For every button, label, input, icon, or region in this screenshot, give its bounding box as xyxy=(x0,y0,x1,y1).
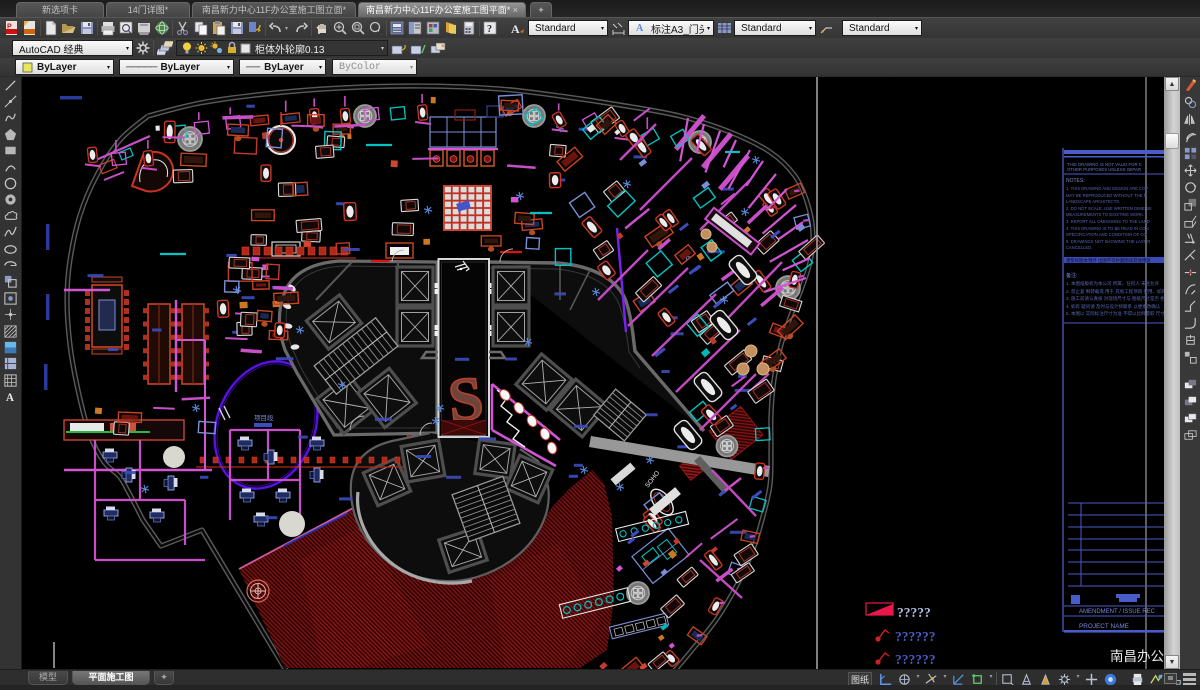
svg-text:PROJECT NAME: PROJECT NAME xyxy=(1079,623,1129,630)
svg-text:SOHO: SOHO xyxy=(644,470,661,489)
svg-text:?: ? xyxy=(487,24,492,35)
svg-text:4. THIS DRAWING IS TO BE READ: 4. THIS DRAWING IS TO BE READ IN CON xyxy=(1066,226,1149,231)
svg-text:??????: ?????? xyxy=(895,652,936,667)
svg-text:LANDSCAPE ARCHITECTS.: LANDSCAPE ARCHITECTS. xyxy=(1066,199,1120,204)
svg-text:项目段: 项目段 xyxy=(254,413,274,422)
svg-text:OTHER PURPOSES UNLESS SEPAR: OTHER PURPOSES UNLESS SEPAR xyxy=(1067,167,1141,172)
svg-text:??????: ?????? xyxy=(895,629,936,644)
svg-text:5. DRAWINGS NOT SHOWING THE LA: 5. DRAWINGS NOT SHOWING THE LAST R xyxy=(1066,239,1150,244)
svg-text:备注:: 备注: xyxy=(1066,272,1077,279)
svg-text:建筑样图本预外 出图不可抄袭图试其他用途: 建筑样图本预外 出图不可抄袭图试其他用途 xyxy=(1066,257,1151,264)
svg-text:?????: ????? xyxy=(897,605,931,620)
svg-text:MEASUREMENTS TO EXISTING WORK.: MEASUREMENTS TO EXISTING WORK. xyxy=(1066,212,1144,217)
svg-text:×: × xyxy=(441,44,445,50)
svg-text:3. REPORT ALL OMISSIONS TO THE: 3. REPORT ALL OMISSIONS TO THE LAND xyxy=(1066,219,1150,224)
svg-text:1. 本图纸版权为本公司 所属、任何人 未经允许: 1. 本图纸版权为本公司 所属、任何人 未经允许 xyxy=(1066,280,1160,287)
svg-text:2. 禁止复 制转载或 用于 其他工程项目 使用、如有: 2. 禁止复 制转载或 用于 其他工程项目 使用、如有 xyxy=(1066,288,1164,295)
svg-text:A: A xyxy=(511,22,520,35)
svg-text:A: A xyxy=(5,392,14,404)
svg-text:2. DO NOT SCALE. USE WRITTEN D: 2. DO NOT SCALE. USE WRITTEN DIMENSI xyxy=(1066,206,1152,211)
svg-text:3. 施工前请认真核 对现场尺寸与 图纸尺寸是否 相符: 3. 施工前请认真核 对现场尺寸与 图纸尺寸是否 相符 xyxy=(1066,295,1164,302)
svg-text:AMENDMENT / ISSUE REC: AMENDMENT / ISSUE REC xyxy=(1079,609,1156,615)
svg-text:A: A xyxy=(636,23,644,34)
svg-text:5. 本图以 实际标注尺寸为准 不得以比例量取 尺寸: 5. 本图以 实际标注尺寸为准 不得以比例量取 尺寸 xyxy=(1066,310,1164,317)
svg-text:1. THIS DRAWING AND DESIGN ARE: 1. THIS DRAWING AND DESIGN ARE COP xyxy=(1066,186,1148,191)
svg-text:CANCELLED.: CANCELLED. xyxy=(1066,245,1092,250)
svg-text:4. 如有 疑问请 及时与设计师联系 以便更改确认: 4. 如有 疑问请 及时与设计师联系 以便更改确认 xyxy=(1066,303,1161,310)
svg-text:NOTES:: NOTES: xyxy=(1066,178,1085,184)
svg-text:MAY BE REPRODUCED WITHOUT THE: MAY BE REPRODUCED WITHOUT THE P xyxy=(1066,193,1147,198)
svg-text:SPECIFICATION AND CONDITION OF: SPECIFICATION AND CONDITION OF CO xyxy=(1066,232,1147,237)
svg-text:南昌办公: 南昌办公 xyxy=(1110,649,1164,664)
svg-text:P: P xyxy=(7,24,12,31)
